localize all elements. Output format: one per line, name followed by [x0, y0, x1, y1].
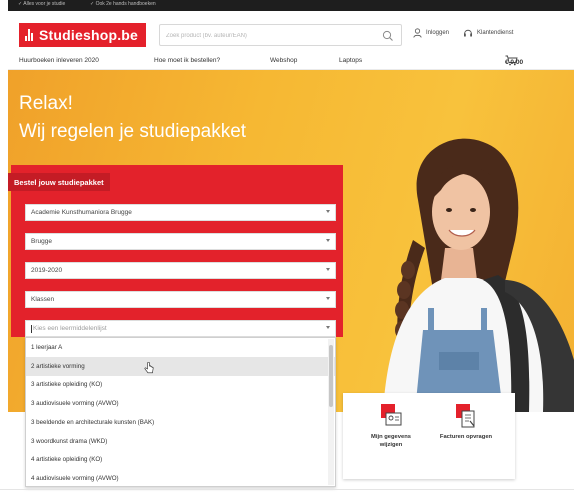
city-select-value: Brugge	[31, 238, 52, 245]
profile-card-icon	[381, 404, 402, 426]
usp-item: ✓ Alles voor je studie	[18, 1, 66, 7]
search-input[interactable]	[166, 28, 366, 43]
invoices-link[interactable]: Facturen opvragen	[436, 403, 496, 441]
chevron-down-icon	[326, 297, 330, 300]
dropdown-option[interactable]: 4 artistieke opleiding (KO)	[26, 451, 335, 470]
studieshop-logo[interactable]: Studieshop.be	[19, 23, 146, 47]
chevron-down-icon	[326, 210, 330, 213]
order-panel-heading: Bestel jouw studiepakket	[8, 173, 110, 191]
hero-subtitle: Wij regelen je studiepakket	[19, 121, 247, 142]
dropdown-option[interactable]: 3 artistieke opleiding (KO)	[26, 376, 335, 395]
chevron-down-icon	[326, 326, 330, 329]
student-photo	[383, 138, 574, 412]
edit-profile-link[interactable]: Mijn gegevens wijzigen	[361, 403, 421, 450]
top-strip: ✓ Alles voor je studie ✓ Ook 2e hands ha…	[8, 0, 574, 11]
usp-item: ✓ Ook 2e hands handboeken	[90, 1, 156, 7]
school-select-value: Academie Kunsthumaniora Brugge	[31, 209, 132, 216]
hand-cursor-icon	[144, 362, 154, 374]
bottom-divider	[0, 489, 574, 490]
schoolyear-select-value: 2019-2020	[31, 267, 63, 274]
invoices-label: Facturen opvragen	[439, 434, 493, 440]
customer-service-link[interactable]: Klantendienst	[463, 28, 513, 38]
login-link[interactable]: Inloggen	[413, 28, 449, 38]
scrollbar-thumb[interactable]	[329, 345, 333, 407]
dropdown-option[interactable]: 3 beeldende en architecturale kunsten (B…	[26, 413, 335, 432]
dropdown-option[interactable]: 3 audiovisuele vorming (AVWO)	[26, 394, 335, 413]
hero-title: Relax!	[19, 93, 73, 114]
cart-button[interactable]: € 0,00	[505, 55, 523, 66]
user-icon	[413, 28, 422, 38]
search-icon[interactable]	[381, 29, 395, 43]
chevron-down-icon	[326, 268, 330, 271]
customer-service-label: Klantendienst	[477, 30, 514, 36]
text-cursor	[31, 324, 32, 333]
list-select-placeholder: Kies een leermiddelenlijst	[33, 325, 107, 332]
main-nav: Huurboeken inleveren 2020 Hoe moet ik be…	[8, 53, 574, 70]
invoice-icon	[456, 404, 475, 428]
dropdown-option-highlighted[interactable]: 2 artistieke vorming	[26, 356, 335, 376]
school-select[interactable]: Academie Kunsthumaniora Brugge	[25, 204, 336, 221]
login-label: Inloggen	[426, 30, 450, 36]
chevron-down-icon	[326, 239, 330, 242]
nav-item-laptops[interactable]: Laptops	[339, 57, 362, 64]
page: ✓ Alles voor je studie ✓ Ook 2e hands ha…	[0, 0, 574, 497]
list-dropdown: 1 leerjaar A 2 artistieke vorming 3 arti…	[25, 337, 336, 487]
logo-bars-icon	[25, 29, 33, 41]
schoolyear-select[interactable]: 2019-2020	[25, 262, 336, 279]
cart-amount: € 0,00	[505, 59, 524, 66]
city-select[interactable]: Brugge	[25, 233, 336, 250]
dropdown-scrollbar[interactable]	[328, 339, 334, 485]
edit-profile-label: Mijn gegevens wijzigen	[371, 434, 411, 449]
dropdown-option[interactable]: 1 leerjaar A	[26, 338, 335, 357]
logo-text: Studieshop.be	[39, 27, 139, 43]
search-box	[159, 24, 402, 46]
nav-item-hoe-bestellen[interactable]: Hoe moet ik bestellen?	[154, 57, 220, 64]
account-card: Mijn gegevens wijzigen Facturen opvragen	[343, 393, 515, 479]
site-header: Studieshop.be Inloggen Klantendienst	[8, 11, 574, 53]
type-select[interactable]: Klassen	[25, 291, 336, 308]
nav-item-webshop[interactable]: Webshop	[270, 57, 297, 64]
nav-item-huurboeken[interactable]: Huurboeken inleveren 2020	[19, 57, 99, 64]
dropdown-option[interactable]: 3 woordkunst drama (WKD)	[26, 432, 335, 451]
headset-icon	[464, 29, 472, 37]
type-select-value: Klassen	[31, 296, 55, 303]
list-select[interactable]: Kies een leermiddelenlijst	[25, 320, 336, 337]
dropdown-option[interactable]: 4 audiovisuele vorming (AVWO)	[26, 469, 335, 486]
